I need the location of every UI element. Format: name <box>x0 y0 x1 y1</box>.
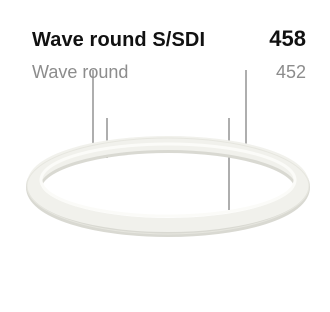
product-card[interactable]: Wave round S/SDI 458 Wave round 452 <box>0 0 330 312</box>
product-header: Wave round S/SDI 458 <box>32 26 306 52</box>
product-code: 458 <box>269 26 306 51</box>
variant-code: 452 <box>275 62 306 82</box>
ring-outer-edge <box>26 137 310 235</box>
product-name: Wave round S/SDI <box>32 29 206 51</box>
ring-outer-shadow <box>26 137 310 237</box>
product-variant: Wave round 452 <box>32 62 306 83</box>
ring-inner-edge <box>39 142 297 218</box>
variant-name: Wave round <box>32 62 129 82</box>
ring-body <box>27 136 309 232</box>
